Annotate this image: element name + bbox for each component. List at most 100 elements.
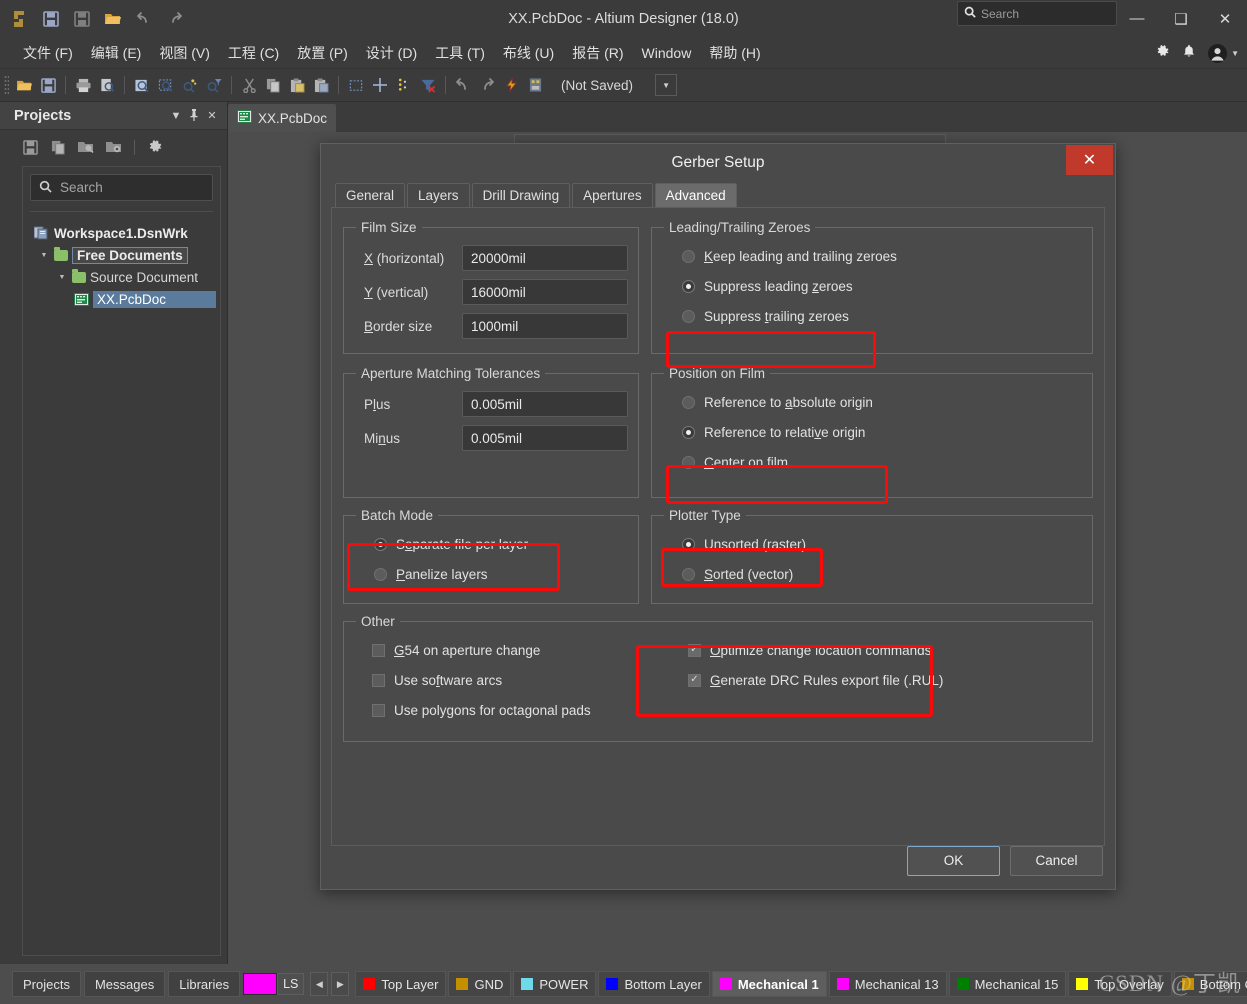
save-document-icon[interactable] xyxy=(36,73,60,97)
tree-node-free-documents[interactable]: ▼ Free Documents xyxy=(30,244,213,266)
tab-advanced[interactable]: Advanced xyxy=(654,183,737,207)
tab-drill-drawing[interactable]: Drill Drawing xyxy=(471,183,571,207)
select-area-icon[interactable] xyxy=(344,73,368,97)
status-tab-messages[interactable]: Messages xyxy=(83,971,166,997)
layer-tab-gnd[interactable]: GND xyxy=(448,971,512,997)
menu-route[interactable]: 布线 (U) xyxy=(494,39,563,67)
menu-help[interactable]: 帮助 (H) xyxy=(700,39,769,67)
copy-icon[interactable] xyxy=(261,73,285,97)
status-tab-libraries[interactable]: Libraries xyxy=(168,971,241,997)
project-settings-folder-icon[interactable] xyxy=(104,137,124,157)
clear-filter-icon[interactable] xyxy=(392,73,416,97)
toolbar-grip[interactable] xyxy=(4,75,9,95)
save-project-icon[interactable] xyxy=(20,137,40,157)
tab-layers[interactable]: Layers xyxy=(407,183,470,207)
pin-icon[interactable] xyxy=(185,107,203,125)
save-all-icon[interactable] xyxy=(70,7,94,31)
copy-project-icon[interactable] xyxy=(48,137,68,157)
tab-apertures[interactable]: Apertures xyxy=(572,183,653,207)
menu-project[interactable]: 工程 (C) xyxy=(219,39,288,67)
input-plus[interactable]: 0.005mil xyxy=(462,391,628,417)
layer-tab-bottom-overlay[interactable]: Bottom Overl xyxy=(1173,971,1247,997)
layer-tab-top-layer[interactable]: Top Layer xyxy=(355,971,447,997)
cut-icon[interactable] xyxy=(237,73,261,97)
menu-design[interactable]: 设计 (D) xyxy=(357,39,426,67)
bell-icon[interactable] xyxy=(1182,44,1196,62)
layer-tab-mechanical-15[interactable]: Mechanical 15 xyxy=(948,971,1067,997)
panel-menu-chevron-icon[interactable]: ▼ xyxy=(167,107,185,125)
menu-tools[interactable]: 工具 (T) xyxy=(426,39,494,67)
close-button[interactable]: ✕ xyxy=(1203,0,1247,37)
panel-close-icon[interactable]: ✕ xyxy=(203,107,221,125)
paste-special-icon[interactable] xyxy=(309,73,333,97)
layer-tab-mechanical-1[interactable]: Mechanical 1 xyxy=(711,971,827,997)
zoom-filter-icon[interactable] xyxy=(202,73,226,97)
input-minus[interactable]: 0.005mil xyxy=(462,425,628,451)
status-tab-projects[interactable]: Projects xyxy=(12,971,81,997)
print-icon[interactable] xyxy=(71,73,95,97)
layer-tab-mechanical-13[interactable]: Mechanical 13 xyxy=(828,971,947,997)
radio-keep-leading-trailing[interactable]: Keep leading and trailing zeroes xyxy=(662,241,1082,271)
input-border-size[interactable]: 1000mil xyxy=(462,313,628,339)
layer-tab-top-overlay[interactable]: Top Overlay xyxy=(1068,971,1172,997)
radio-reference-absolute[interactable]: Reference to absolute origin xyxy=(662,387,1082,417)
layer-tab-bottom-layer[interactable]: Bottom Layer xyxy=(598,971,710,997)
document-tab-pcbdoc[interactable]: XX.PcbDoc xyxy=(228,104,337,132)
undo-icon[interactable] xyxy=(132,7,156,31)
maximize-button[interactable]: ❑ xyxy=(1159,0,1203,37)
menu-edit[interactable]: 编辑 (E) xyxy=(82,39,151,67)
radio-sorted-vector[interactable]: Sorted (vector) xyxy=(662,559,1082,589)
menu-file[interactable]: 文件 (F) xyxy=(14,39,82,67)
radio-unsorted-raster[interactable]: Unsorted (raster) xyxy=(662,529,1082,559)
open-document-icon[interactable] xyxy=(12,73,36,97)
scroll-right-icon[interactable]: ▶ xyxy=(331,972,350,996)
input-y-vertical[interactable]: 16000mil xyxy=(462,279,628,305)
drc-run-icon[interactable] xyxy=(499,73,523,97)
tab-general[interactable]: General xyxy=(335,183,406,207)
layer-tab-power[interactable]: POWER xyxy=(513,971,597,997)
global-search-box[interactable]: Search xyxy=(957,1,1117,26)
radio-suppress-leading[interactable]: Suppress leading zeroes xyxy=(662,271,1082,301)
scroll-left-icon[interactable]: ◀ xyxy=(310,972,329,996)
radio-suppress-trailing[interactable]: Suppress trailing zeroes xyxy=(662,301,1082,331)
check-use-polygons-octagonal[interactable]: Use polygons for octagonal pads xyxy=(354,695,674,725)
radio-separate-file-per-layer[interactable]: Separate file per layer xyxy=(354,529,628,559)
check-g54-aperture-change[interactable]: G54 on aperture change xyxy=(354,635,674,665)
redo-toolbar-icon[interactable] xyxy=(475,73,499,97)
projects-search-input[interactable]: Search xyxy=(30,174,213,201)
undo-toolbar-icon[interactable] xyxy=(451,73,475,97)
redo-icon[interactable] xyxy=(163,7,187,31)
user-account-icon[interactable]: ▼ xyxy=(1208,43,1239,63)
expand-arrow-icon-2[interactable]: ▼ xyxy=(56,274,68,281)
radio-center-on-film[interactable]: Center on film xyxy=(662,447,1082,477)
expand-arrow-icon[interactable]: ▼ xyxy=(38,252,50,259)
tree-node-source-document[interactable]: ▼ Source Document xyxy=(30,266,213,288)
cancel-button[interactable]: Cancel xyxy=(1010,845,1103,876)
dialog-close-button[interactable]: ✕ xyxy=(1066,145,1113,175)
menu-place[interactable]: 放置 (P) xyxy=(288,39,357,67)
move-crosshair-icon[interactable] xyxy=(368,73,392,97)
tree-node-document[interactable]: XX.PcbDoc xyxy=(30,288,217,310)
radio-panelize-layers[interactable]: Panelize layers xyxy=(354,559,628,589)
board-insight-icon[interactable] xyxy=(523,73,547,97)
active-layer-swatch-group[interactable]: LS xyxy=(243,973,305,995)
print-preview-icon[interactable] xyxy=(95,73,119,97)
save-icon[interactable] xyxy=(39,7,63,31)
zoom-document-icon[interactable] xyxy=(130,73,154,97)
menu-window[interactable]: Window xyxy=(633,41,701,65)
projects-options-gear-icon[interactable] xyxy=(145,137,165,157)
ok-button[interactable]: OK xyxy=(907,845,1000,876)
zoom-selected-icon[interactable] xyxy=(178,73,202,97)
toolbar-dropdown-button[interactable]: ▼ xyxy=(655,74,678,96)
zoom-area-icon[interactable] xyxy=(154,73,178,97)
check-use-software-arcs[interactable]: Use software arcs xyxy=(354,665,674,695)
filter-clear-icon[interactable] xyxy=(416,73,440,97)
paste-icon[interactable] xyxy=(285,73,309,97)
radio-reference-relative[interactable]: Reference to relative origin xyxy=(662,417,1082,447)
check-generate-drc-rules[interactable]: ✓ Generate DRC Rules export file (.RUL) xyxy=(674,665,1082,695)
check-optimize-change-location[interactable]: ✓ Optimize change location commands xyxy=(674,635,1082,665)
open-folder-icon[interactable] xyxy=(101,7,125,31)
menu-view[interactable]: 视图 (V) xyxy=(150,39,219,67)
gear-icon[interactable] xyxy=(1155,44,1170,62)
layer-sets-button[interactable]: LS xyxy=(277,973,305,995)
